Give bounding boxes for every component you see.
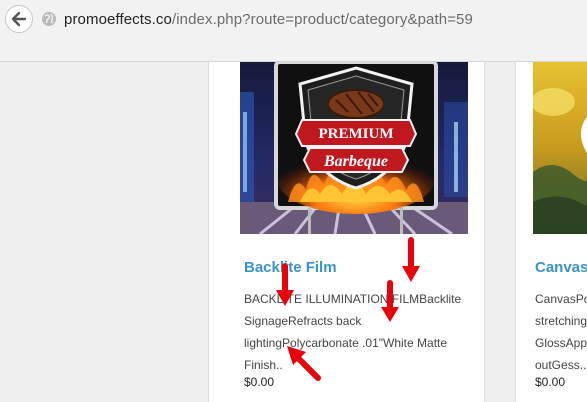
product-category-page: PREMIUM Barbeque Backlite Film BACKLITE … [0, 62, 587, 402]
product-description: BACKLITE ILLUMINATION FILMBacklite Signa… [244, 288, 469, 376]
product-price: $0.00 [535, 375, 566, 389]
product-title-link[interactable]: Backlite Film [244, 259, 337, 276]
arrow-left-icon [11, 11, 27, 27]
globe-icon [42, 12, 56, 26]
product-image[interactable]: PREMIUM Barbeque [240, 62, 468, 234]
product-card: PREMIUM Barbeque Backlite Film BACKLITE … [208, 62, 485, 402]
description-line: stretching [535, 314, 587, 328]
product-card: Canvas CanvasPo stretching GlossApp outG… [515, 62, 587, 402]
product-image[interactable] [533, 62, 587, 234]
description-line: BACKLITE ILLUMINATION FILMBacklite [244, 292, 462, 306]
product-title-link[interactable]: Canvas [535, 259, 587, 276]
url-path: /index.php?route=product/category&path=5… [171, 11, 473, 28]
browser-toolbar: promoeffects.co/index.php?route=product/… [0, 0, 587, 62]
url-domain: promoeffects.co [64, 11, 172, 28]
product-description: CanvasPo stretching GlossApp outGess.. [535, 288, 587, 376]
sign-text-top: PREMIUM [319, 126, 394, 142]
description-line: lightingPolycarbonate .01"White Matte [244, 336, 448, 350]
description-line: Finish.. [244, 358, 283, 372]
back-button[interactable] [5, 5, 33, 33]
description-line: GlossApp [535, 336, 587, 350]
description-line: CanvasPo [535, 292, 587, 306]
description-line: outGess.. [535, 358, 587, 372]
address-bar[interactable]: promoeffects.co/index.php?route=product/… [64, 11, 473, 28]
description-line: SignageRefracts back [244, 314, 362, 328]
sign-text-bottom: Barbeque [323, 153, 388, 170]
product-price: $0.00 [244, 375, 275, 389]
